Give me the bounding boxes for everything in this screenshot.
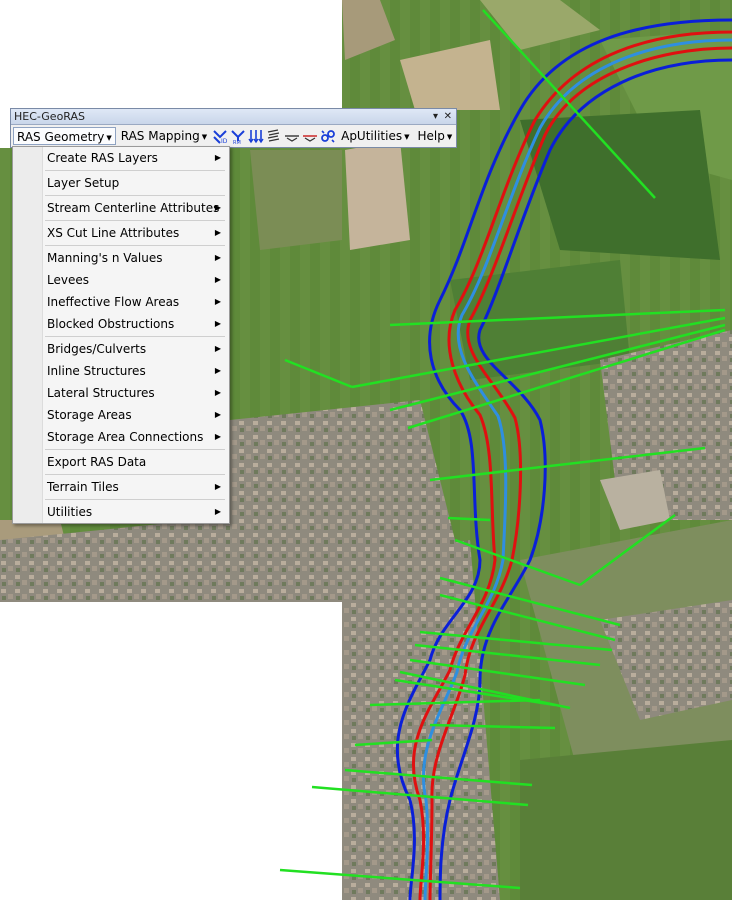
menu-separator bbox=[45, 245, 225, 246]
menu-item-label: Bridges/Culverts bbox=[47, 342, 147, 356]
menu-item-blocked-obstructions[interactable]: Blocked Obstructions ▶ bbox=[43, 313, 227, 335]
ras-mapping-label: RAS Mapping bbox=[120, 129, 200, 143]
menu-item-inline-structures[interactable]: Inline Structures ▶ bbox=[43, 360, 227, 382]
menu-item-label: Levees bbox=[47, 273, 89, 287]
menu-item-label: Utilities bbox=[47, 505, 93, 519]
menu-item-mannings-n-values[interactable]: Manning's n Values ▶ bbox=[43, 247, 227, 269]
menu-item-xs-cut-line-attributes[interactable]: XS Cut Line Attributes ▶ bbox=[43, 222, 227, 244]
menu-item-create-ras-layers[interactable]: Create RAS Layers ▶ bbox=[43, 147, 227, 169]
menu-item-label: Create RAS Layers bbox=[47, 151, 158, 165]
toolbar-title-bar[interactable]: HEC-GeoRAS ▾ ✕ bbox=[11, 109, 456, 125]
hec-georas-toolbar: HEC-GeoRAS ▾ ✕ RAS Geometry ▼ RAS Mapping… bbox=[10, 108, 457, 148]
menu-item-lateral-structures[interactable]: Lateral Structures ▶ bbox=[43, 382, 227, 404]
menu-item-label: Blocked Obstructions bbox=[47, 317, 175, 331]
aputilities-menu-button[interactable]: ApUtilities ▼ bbox=[338, 127, 412, 145]
menu-item-label: Layer Setup bbox=[47, 176, 120, 190]
menu-icon-gutter bbox=[13, 147, 43, 523]
toolbar-title: HEC-GeoRAS bbox=[14, 110, 86, 123]
submenu-arrow-icon: ▶ bbox=[214, 228, 221, 237]
help-label: Help bbox=[417, 129, 445, 143]
close-icon[interactable]: ✕ bbox=[444, 109, 452, 124]
chevron-down-icon: ▼ bbox=[446, 133, 453, 141]
ras-geometry-dropdown: Create RAS Layers ▶ Layer Setup Stream Ce… bbox=[12, 146, 230, 524]
menu-separator bbox=[45, 195, 225, 196]
menu-separator bbox=[45, 499, 225, 500]
aputilities-label: ApUtilities bbox=[341, 129, 403, 143]
menu-item-bridges-culverts[interactable]: Bridges/Culverts ▶ bbox=[43, 338, 227, 360]
submenu-arrow-icon: ▶ bbox=[214, 388, 221, 397]
menu-item-stream-centerline-attributes[interactable]: Stream Centerline Attributes ▶ bbox=[43, 197, 227, 219]
menu-item-label: Storage Areas bbox=[47, 408, 132, 422]
svg-text:RM: RM bbox=[233, 140, 241, 144]
menu-item-label: Export RAS Data bbox=[47, 455, 147, 469]
menu-item-utilities[interactable]: Utilities ▶ bbox=[43, 501, 227, 523]
chevron-down-icon: ▼ bbox=[404, 133, 410, 141]
menu-item-label: Lateral Structures bbox=[47, 386, 155, 400]
submenu-arrow-icon: ▶ bbox=[214, 275, 221, 284]
menu-item-label: Manning's n Values bbox=[47, 251, 163, 265]
menu-item-label: Storage Area Connections bbox=[47, 430, 204, 444]
help-menu-button[interactable]: Help ▼ bbox=[415, 127, 456, 145]
bank-station-icon[interactable] bbox=[301, 127, 318, 145]
submenu-arrow-icon: ▶ bbox=[214, 344, 221, 353]
submenu-arrow-icon: ▶ bbox=[214, 507, 221, 516]
assign-river-id-icon[interactable]: ID bbox=[211, 127, 228, 145]
menu-separator bbox=[45, 220, 225, 221]
menu-item-ineffective-flow-areas[interactable]: Ineffective Flow Areas ▶ bbox=[43, 291, 227, 313]
menu-item-terrain-tiles[interactable]: Terrain Tiles ▶ bbox=[43, 476, 227, 498]
svg-text:ID: ID bbox=[221, 138, 228, 144]
menu-item-export-ras-data[interactable]: Export RAS Data bbox=[43, 451, 227, 473]
menu-item-storage-area-connections[interactable]: Storage Area Connections ▶ bbox=[43, 426, 227, 448]
submenu-arrow-icon: ▶ bbox=[214, 203, 221, 212]
submenu-arrow-icon: ▶ bbox=[214, 482, 221, 491]
chevron-down-icon: ▼ bbox=[106, 134, 112, 142]
assign-reach-id-icon[interactable]: RM bbox=[229, 127, 246, 145]
menu-separator bbox=[45, 449, 225, 450]
menu-item-label: Inline Structures bbox=[47, 364, 146, 378]
menu-separator bbox=[45, 474, 225, 475]
submenu-arrow-icon: ▶ bbox=[214, 253, 221, 262]
chevron-down-icon: ▼ bbox=[201, 133, 208, 141]
stationing-icon[interactable] bbox=[265, 127, 282, 145]
submenu-arrow-icon: ▶ bbox=[214, 297, 221, 306]
toolbar-row: RAS Geometry ▼ RAS Mapping ▼ ID RM ApUtili… bbox=[11, 125, 456, 147]
menu-separator bbox=[45, 170, 225, 171]
submenu-arrow-icon: ▶ bbox=[214, 366, 221, 375]
menu-item-label: Stream Centerline Attributes bbox=[47, 201, 220, 215]
menu-item-label: Ineffective Flow Areas bbox=[47, 295, 180, 309]
menu-item-label: Terrain Tiles bbox=[47, 480, 119, 494]
toolbar-options-icon[interactable]: ▾ bbox=[433, 109, 438, 124]
menu-item-layer-setup[interactable]: Layer Setup bbox=[43, 172, 227, 194]
link-icon[interactable] bbox=[319, 127, 336, 145]
ras-geometry-label: RAS Geometry bbox=[17, 130, 105, 144]
ras-mapping-menu-button[interactable]: RAS Mapping ▼ bbox=[118, 127, 210, 145]
menu-item-label: XS Cut Line Attributes bbox=[47, 226, 180, 240]
menu-item-levees[interactable]: Levees ▶ bbox=[43, 269, 227, 291]
xs-cut-line-icon[interactable] bbox=[283, 127, 300, 145]
submenu-arrow-icon: ▶ bbox=[214, 319, 221, 328]
submenu-arrow-icon: ▶ bbox=[214, 432, 221, 441]
ras-geometry-menu-button[interactable]: RAS Geometry ▼ bbox=[13, 127, 116, 145]
menu-separator bbox=[45, 336, 225, 337]
menu-item-storage-areas[interactable]: Storage Areas ▶ bbox=[43, 404, 227, 426]
flow-direction-icon[interactable] bbox=[247, 127, 264, 145]
submenu-arrow-icon: ▶ bbox=[214, 153, 221, 162]
submenu-arrow-icon: ▶ bbox=[214, 410, 221, 419]
